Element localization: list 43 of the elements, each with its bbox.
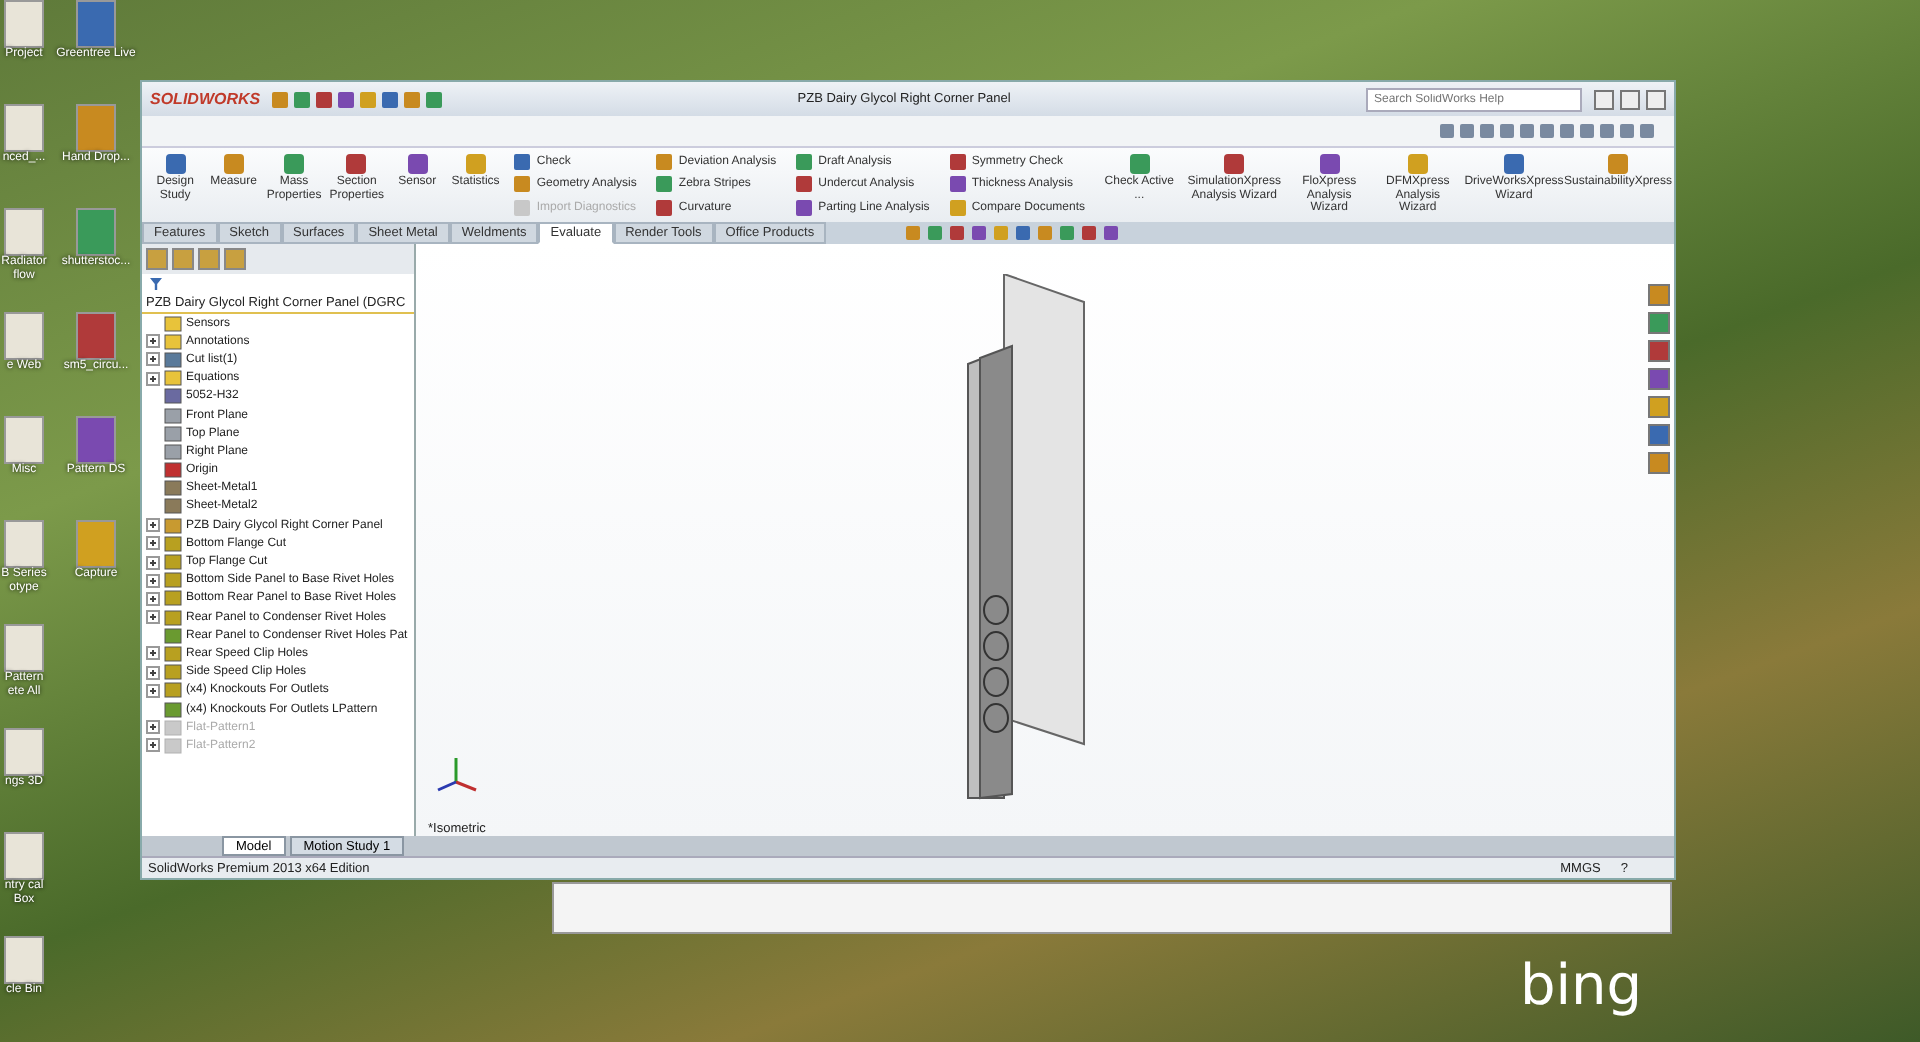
file-icon[interactable] bbox=[4, 520, 44, 568]
panel-tab-icon[interactable] bbox=[224, 248, 246, 270]
shortcut-icon[interactable] bbox=[76, 520, 116, 568]
task-pane-icon[interactable] bbox=[1648, 368, 1670, 390]
task-pane-icon[interactable] bbox=[1648, 396, 1670, 418]
filter-icon[interactable] bbox=[150, 278, 162, 290]
shortcut-icon[interactable] bbox=[76, 0, 116, 48]
file-icon[interactable] bbox=[4, 416, 44, 464]
file-icon[interactable] bbox=[4, 312, 44, 360]
task-pane-icon[interactable] bbox=[1648, 452, 1670, 474]
task-pane-icon[interactable] bbox=[1648, 284, 1670, 306]
expand-toggle-icon[interactable] bbox=[146, 555, 160, 570]
shortcut-icon[interactable] bbox=[76, 312, 116, 360]
panel-tab-icon[interactable] bbox=[198, 248, 220, 270]
file-icon[interactable] bbox=[4, 728, 44, 776]
expand-toggle-icon[interactable] bbox=[146, 665, 160, 680]
file-icon[interactable] bbox=[4, 208, 44, 256]
expand-toggle-icon[interactable] bbox=[146, 683, 160, 698]
panel-tab-icon[interactable] bbox=[146, 248, 168, 270]
shortcut-icon[interactable] bbox=[76, 208, 116, 256]
expand-toggle-icon[interactable] bbox=[146, 334, 160, 349]
expand-toggle-icon[interactable] bbox=[146, 646, 160, 661]
file-icon[interactable] bbox=[4, 0, 44, 48]
maximize-button[interactable] bbox=[1620, 89, 1640, 109]
expand-toggle-icon[interactable] bbox=[146, 352, 160, 367]
file-icon[interactable] bbox=[4, 104, 44, 152]
expand-toggle-icon[interactable] bbox=[146, 573, 160, 588]
file-icon[interactable] bbox=[4, 832, 44, 880]
minimize-button[interactable] bbox=[1594, 89, 1614, 109]
expand-toggle-icon[interactable] bbox=[146, 610, 160, 625]
app-logo: SOLIDWORKS bbox=[150, 90, 261, 108]
close-button[interactable] bbox=[1646, 89, 1666, 109]
shortcut-icon[interactable] bbox=[76, 416, 116, 464]
expand-toggle-icon[interactable] bbox=[146, 536, 160, 551]
desktop-logo: bing bbox=[1520, 952, 1643, 1018]
task-pane-icon[interactable] bbox=[1648, 340, 1670, 362]
expand-toggle-icon[interactable] bbox=[146, 371, 160, 386]
task-pane-icon[interactable] bbox=[1648, 312, 1670, 334]
expand-toggle-icon[interactable] bbox=[146, 591, 160, 606]
file-icon[interactable] bbox=[4, 936, 44, 984]
panel-tab-icon[interactable] bbox=[172, 248, 194, 270]
expand-toggle-icon[interactable] bbox=[146, 518, 160, 533]
file-icon[interactable] bbox=[4, 624, 44, 672]
